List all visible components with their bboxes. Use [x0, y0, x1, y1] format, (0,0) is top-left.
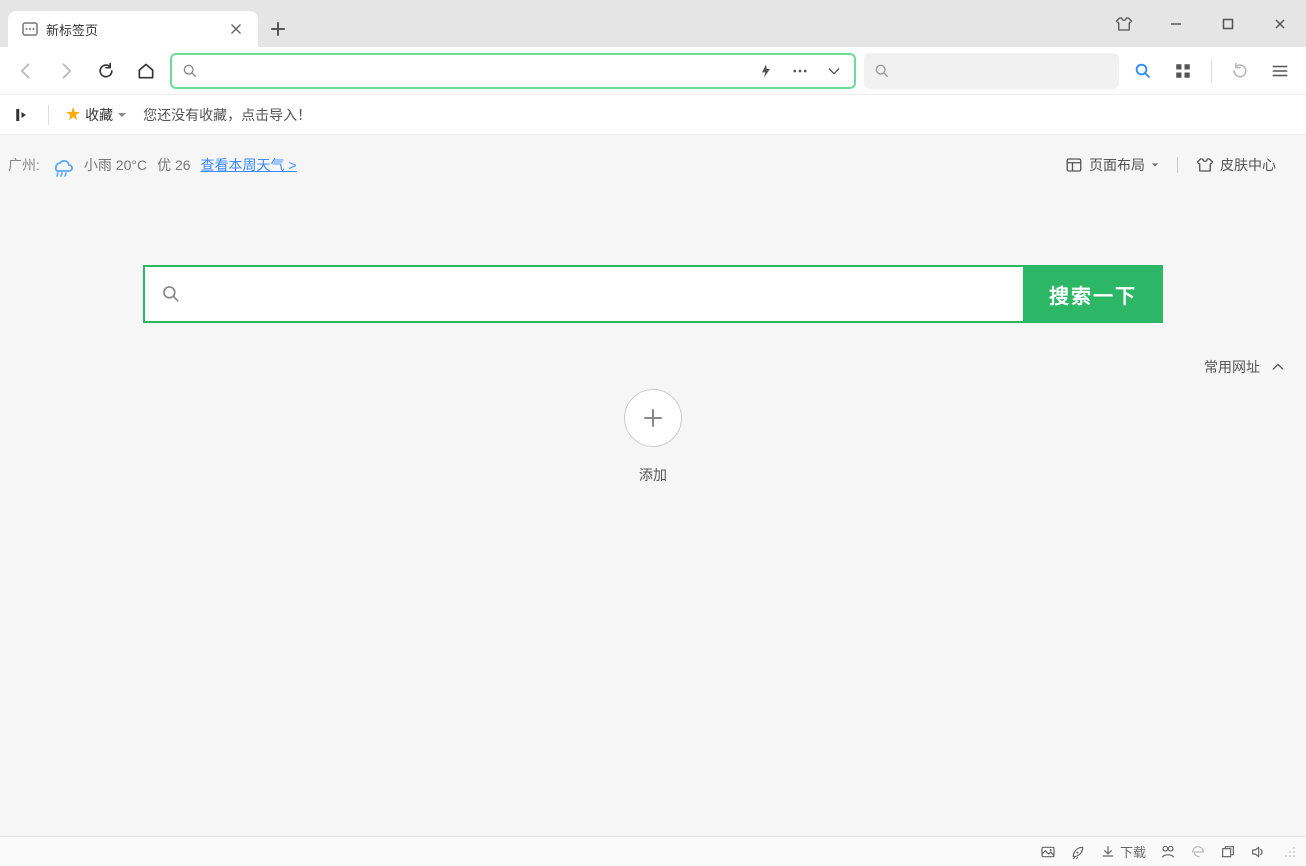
toolbar: [0, 47, 1306, 95]
weather-week-link[interactable]: 查看本周天气 >: [201, 155, 297, 175]
speedup-button[interactable]: [1070, 844, 1086, 860]
secondary-search[interactable]: [864, 53, 1119, 89]
search-icon: [161, 284, 181, 304]
nav-back-button[interactable]: [10, 55, 42, 87]
main-search-box[interactable]: [143, 265, 1023, 323]
main-search-button[interactable]: 搜索一下: [1023, 265, 1163, 323]
caret-down-icon: [117, 110, 127, 120]
secondary-search-input[interactable]: [890, 62, 1109, 80]
window-close-button[interactable]: [1254, 9, 1306, 39]
download-button[interactable]: 下载: [1100, 842, 1146, 861]
info-bar: 广州: 小雨 20°C 优 26 查看本周天气 > 页面布局 皮肤中心: [0, 135, 1306, 177]
address-bar[interactable]: [170, 53, 856, 89]
nav-home-button[interactable]: [130, 55, 162, 87]
star-icon: ★: [65, 104, 81, 125]
add-site-tile: 添加: [0, 389, 1306, 485]
window-controls: [1098, 0, 1306, 47]
nav-reload-button[interactable]: [90, 55, 122, 87]
weather-aqi: 优 26: [157, 155, 190, 175]
skin-center-label: 皮肤中心: [1220, 155, 1276, 175]
more-icon[interactable]: [786, 57, 814, 85]
account-button[interactable]: [1160, 844, 1176, 860]
add-site-label: 添加: [639, 465, 667, 485]
dropdown-icon[interactable]: [820, 57, 848, 85]
skin-center-button[interactable]: 皮肤中心: [1196, 155, 1276, 175]
frequent-sites-header: 常用网址: [0, 323, 1306, 377]
ie-mode-button[interactable]: [1190, 844, 1206, 860]
screenshot-button[interactable]: [1040, 844, 1056, 860]
toolbar-separator: [1211, 60, 1212, 82]
download-label: 下载: [1120, 842, 1146, 861]
titlebar: 新标签页: [0, 0, 1306, 47]
quick-action-icon[interactable]: [752, 57, 780, 85]
weather-widget[interactable]: 广州: 小雨 20°C 优 26 查看本周天气 >: [8, 153, 297, 177]
favorites-label: 收藏: [85, 105, 113, 125]
import-favorites-hint[interactable]: 您还没有收藏，点击导入！: [143, 105, 311, 125]
main-menu-button[interactable]: [1264, 55, 1296, 87]
new-tab-button[interactable]: [258, 11, 298, 47]
tab-active[interactable]: 新标签页: [8, 11, 258, 47]
multiwindow-button[interactable]: [1220, 844, 1236, 860]
bookmark-bar: ★ 收藏 您还没有收藏，点击导入！: [0, 95, 1306, 135]
layout-icon: [1065, 156, 1083, 174]
undo-close-button[interactable]: [1224, 55, 1256, 87]
window-maximize-button[interactable]: [1202, 9, 1254, 39]
main-search-input[interactable]: [181, 283, 1007, 306]
caret-down-icon: [1151, 161, 1159, 169]
tab-strip: 新标签页: [0, 0, 298, 47]
weather-icon: [50, 153, 74, 177]
nav-forward-button[interactable]: [50, 55, 82, 87]
separator: [48, 105, 49, 125]
search-engine-button[interactable]: [1127, 55, 1159, 87]
page-settings: 页面布局 皮肤中心: [1065, 155, 1276, 175]
weather-city: 广州:: [8, 155, 40, 175]
side-panel-button[interactable]: [14, 106, 32, 124]
apps-grid-button[interactable]: [1167, 55, 1199, 87]
window-minimize-button[interactable]: [1150, 9, 1202, 39]
page-layout-button[interactable]: 页面布局: [1065, 155, 1159, 175]
tshirt-icon: [1196, 156, 1214, 174]
status-bar: 下载: [0, 836, 1306, 866]
main-search: 搜索一下: [143, 265, 1163, 323]
tab-title: 新标签页: [46, 20, 98, 39]
skin-button[interactable]: [1098, 9, 1150, 39]
page-layout-label: 页面布局: [1089, 155, 1145, 175]
collapse-frequent-button[interactable]: [1270, 359, 1286, 375]
sound-button[interactable]: [1250, 844, 1266, 860]
frequent-sites-label: 常用网址: [1204, 357, 1260, 377]
search-icon: [182, 63, 198, 79]
tab-close-button[interactable]: [228, 21, 244, 37]
search-icon: [874, 63, 890, 79]
weather-condition: 小雨 20°C: [84, 155, 147, 175]
tab-favicon-icon: [22, 21, 38, 37]
separator: [1177, 157, 1178, 173]
add-site-button[interactable]: [624, 389, 682, 447]
resize-grip-icon[interactable]: [1284, 846, 1296, 858]
favorites-button[interactable]: ★ 收藏: [65, 104, 127, 125]
new-tab-page: 广州: 小雨 20°C 优 26 查看本周天气 > 页面布局 皮肤中心: [0, 135, 1306, 836]
address-input[interactable]: [204, 62, 746, 80]
